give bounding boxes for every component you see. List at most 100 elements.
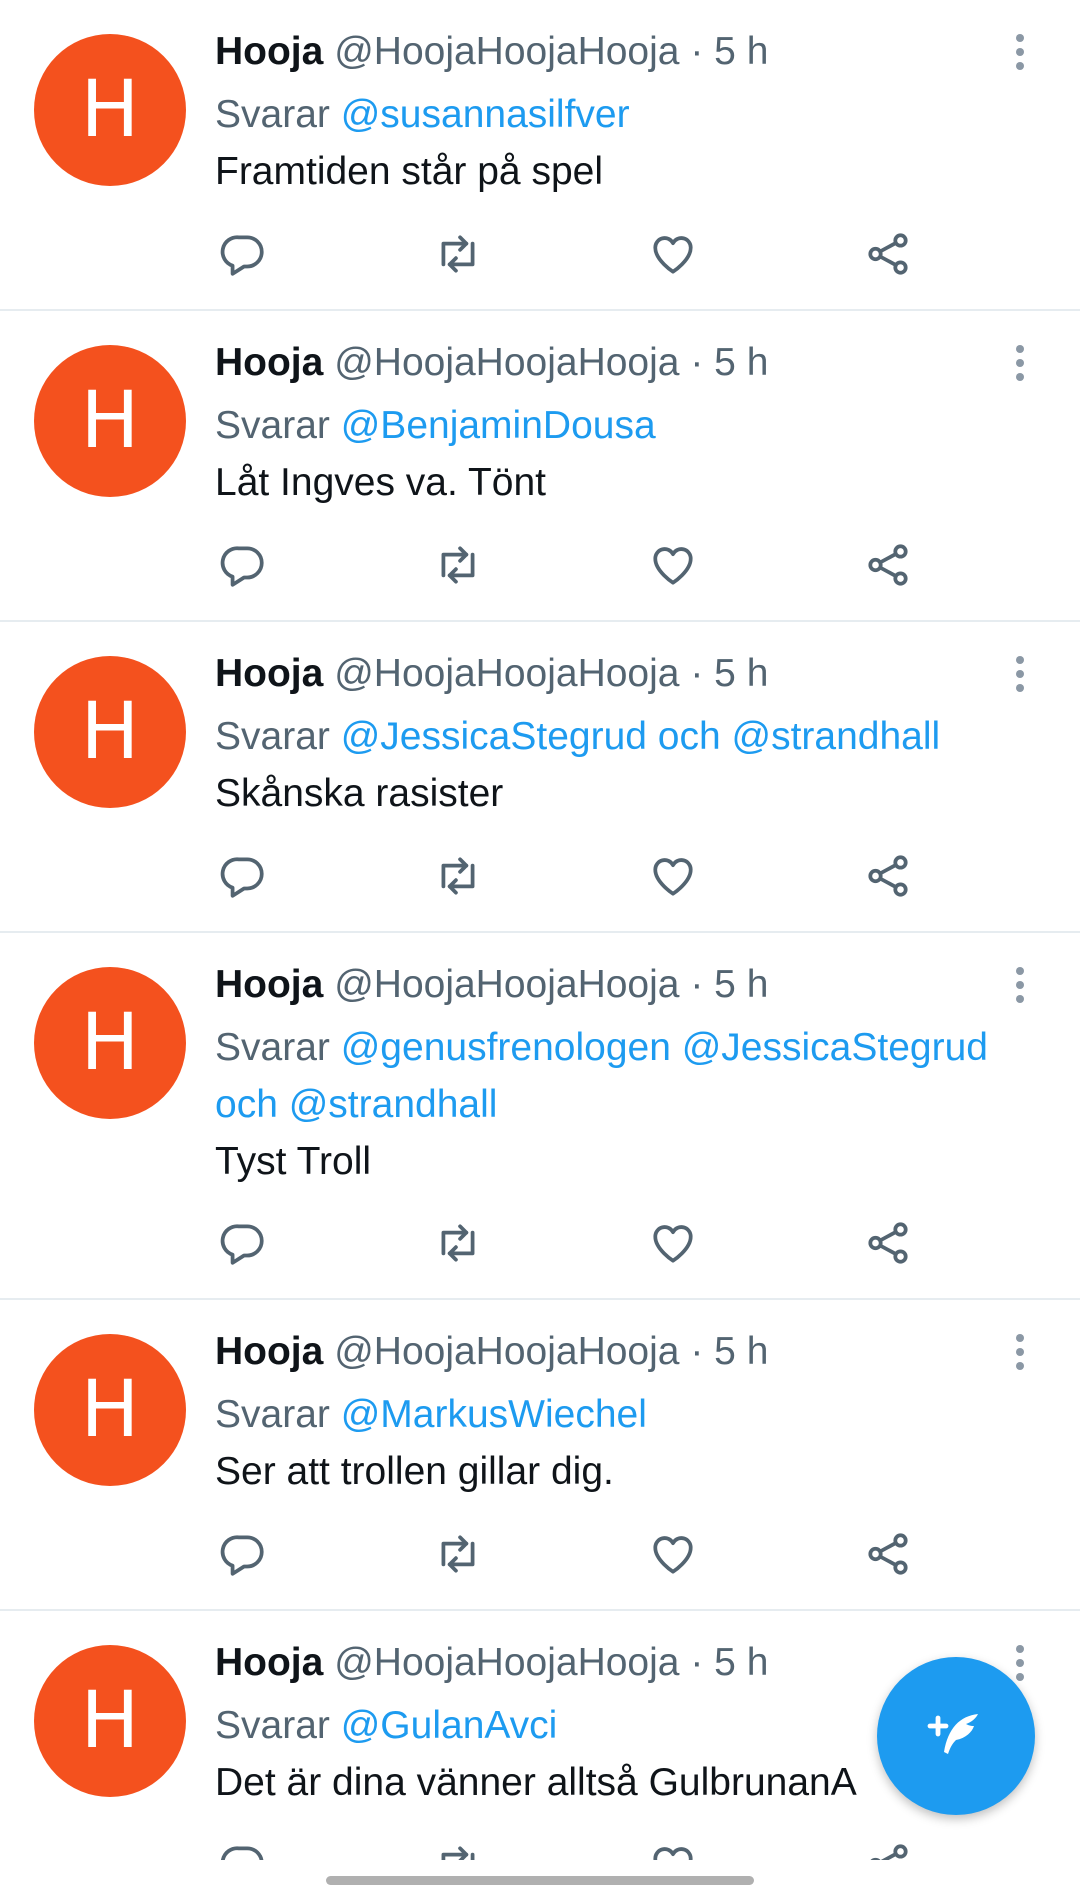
tweet[interactable]: H Hooja @HoojaHoojaHooja · 5 h Svarar @M… [0, 1300, 1080, 1611]
timestamp[interactable]: 5 h [714, 1330, 768, 1373]
share-icon[interactable] [858, 224, 918, 284]
user-handle[interactable]: @HoojaHoojaHooja [334, 1641, 679, 1684]
tweet-text: Framtiden står på spel [215, 150, 604, 193]
retweet-icon[interactable] [428, 1213, 488, 1273]
user-handle[interactable]: @HoojaHoojaHooja [334, 30, 679, 73]
retweet-icon[interactable] [428, 1524, 488, 1584]
reply-icon[interactable] [213, 1835, 273, 1860]
tweet-header: Hooja @HoojaHoojaHooja · 5 h [215, 28, 768, 76]
separator-dot: · [690, 1641, 704, 1684]
heart-icon[interactable] [643, 1524, 703, 1584]
reply-icon[interactable] [213, 846, 273, 906]
reply-mentions[interactable]: @BenjaminDousa [341, 404, 656, 447]
timestamp[interactable]: 5 h [714, 341, 768, 384]
separator-dot: · [690, 30, 704, 73]
compose-tweet-button[interactable] [877, 1657, 1035, 1815]
reply-mentions[interactable]: @genusfrenologen @JessicaStegrud och @st… [215, 1026, 988, 1126]
reply-icon[interactable] [213, 1213, 273, 1273]
avatar[interactable]: H [34, 345, 186, 497]
avatar-letter: H [80, 998, 140, 1088]
tweet[interactable]: H Hooja @HoojaHoojaHooja · 5 h Svarar @s… [0, 0, 1080, 311]
share-icon[interactable] [858, 1524, 918, 1584]
user-handle[interactable]: @HoojaHoojaHooja [334, 1330, 679, 1373]
reply-mentions[interactable]: @GulanAvci [341, 1704, 558, 1747]
avatar[interactable]: H [34, 1645, 186, 1797]
avatar-letter: H [80, 1676, 140, 1766]
timestamp[interactable]: 5 h [714, 30, 768, 73]
tweet-actions [215, 1213, 1035, 1273]
display-name[interactable]: Hooja [215, 1330, 323, 1373]
reply-prefix: Svarar [215, 1393, 330, 1436]
retweet-icon[interactable] [428, 535, 488, 595]
display-name[interactable]: Hooja [215, 1641, 323, 1684]
more-vertical-icon[interactable] [1000, 343, 1040, 383]
heart-icon[interactable] [643, 1835, 703, 1860]
avatar[interactable]: H [34, 1334, 186, 1486]
home-indicator[interactable] [326, 1876, 754, 1885]
more-vertical-icon[interactable] [1000, 1332, 1040, 1372]
tweet[interactable]: H Hooja @HoojaHoojaHooja · 5 h Svarar @g… [0, 933, 1080, 1300]
avatar[interactable]: H [34, 34, 186, 186]
share-icon[interactable] [858, 1213, 918, 1273]
replying-to: Svarar @MarkusWiechel [215, 1386, 1035, 1443]
tweet-actions [215, 535, 1035, 595]
heart-icon[interactable] [643, 224, 703, 284]
retweet-icon[interactable] [428, 846, 488, 906]
tweet-text: Låt Ingves va. Tönt [215, 461, 546, 504]
avatar-letter: H [80, 376, 140, 466]
timestamp[interactable]: 5 h [714, 1641, 768, 1684]
avatar[interactable]: H [34, 656, 186, 808]
heart-icon[interactable] [643, 846, 703, 906]
tweet-actions [215, 1835, 1035, 1860]
display-name[interactable]: Hooja [215, 341, 323, 384]
more-vertical-icon[interactable] [1000, 32, 1040, 72]
heart-icon[interactable] [643, 1213, 703, 1273]
avatar-letter: H [80, 1365, 140, 1455]
avatar-letter: H [80, 687, 140, 777]
retweet-icon[interactable] [428, 224, 488, 284]
timeline-feed: H Hooja @HoojaHoojaHooja · 5 h Svarar @s… [0, 0, 1080, 1860]
reply-icon[interactable] [213, 1524, 273, 1584]
user-handle[interactable]: @HoojaHoojaHooja [334, 652, 679, 695]
user-handle[interactable]: @HoojaHoojaHooja [334, 341, 679, 384]
display-name[interactable]: Hooja [215, 963, 323, 1006]
tweet[interactable]: H Hooja @HoojaHoojaHooja · 5 h Svarar @B… [0, 311, 1080, 622]
display-name[interactable]: Hooja [215, 30, 323, 73]
avatar-letter: H [80, 65, 140, 155]
reply-icon[interactable] [213, 224, 273, 284]
reply-icon[interactable] [213, 535, 273, 595]
separator-dot: · [690, 963, 704, 1006]
reply-mentions[interactable]: @susannasilfver [341, 93, 630, 136]
separator-dot: · [690, 652, 704, 695]
share-icon[interactable] [858, 535, 918, 595]
separator-dot: · [690, 1330, 704, 1373]
avatar[interactable]: H [34, 967, 186, 1119]
reply-mentions[interactable]: @JessicaStegrud och @strandhall [341, 715, 940, 758]
tweet-text: Skånska rasister [215, 772, 504, 815]
more-vertical-icon[interactable] [1000, 654, 1040, 694]
replying-to: Svarar @JessicaStegrud och @strandhall [215, 708, 1035, 765]
replying-to: Svarar @susannasilfver [215, 86, 1035, 143]
timestamp[interactable]: 5 h [714, 652, 768, 695]
reply-mentions[interactable]: @MarkusWiechel [341, 1393, 647, 1436]
tweet-text: Ser att trollen gillar dig. [215, 1450, 614, 1493]
retweet-icon[interactable] [428, 1835, 488, 1860]
tweet-header: Hooja @HoojaHoojaHooja · 5 h [215, 650, 768, 698]
tweet[interactable]: H Hooja @HoojaHoojaHooja · 5 h Svarar @J… [0, 622, 1080, 933]
tweet-header: Hooja @HoojaHoojaHooja · 5 h [215, 1639, 768, 1687]
heart-icon[interactable] [643, 535, 703, 595]
user-handle[interactable]: @HoojaHoojaHooja [334, 963, 679, 1006]
share-icon[interactable] [858, 846, 918, 906]
timestamp[interactable]: 5 h [714, 963, 768, 1006]
tweet-header: Hooja @HoojaHoojaHooja · 5 h [215, 961, 768, 1009]
tweet-actions [215, 224, 1035, 284]
reply-prefix: Svarar [215, 404, 330, 447]
tweet-actions [215, 1524, 1035, 1584]
share-icon[interactable] [858, 1835, 918, 1860]
compose-tweet-icon [924, 1704, 988, 1768]
reply-prefix: Svarar [215, 93, 330, 136]
more-vertical-icon[interactable] [1000, 965, 1040, 1005]
reply-prefix: Svarar [215, 1704, 330, 1747]
display-name[interactable]: Hooja [215, 652, 323, 695]
tweet-actions [215, 846, 1035, 906]
